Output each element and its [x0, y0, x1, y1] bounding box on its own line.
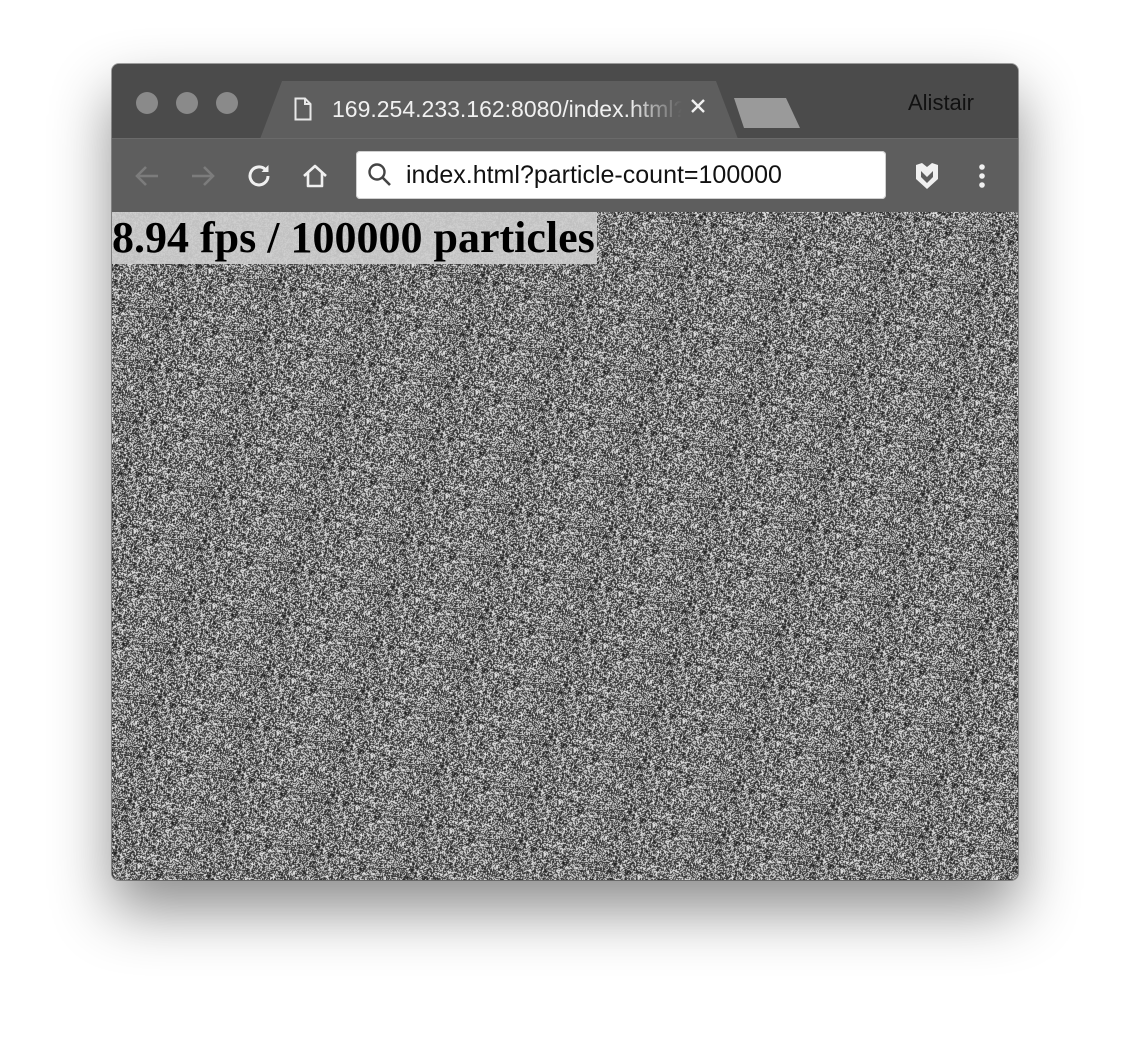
back-button[interactable] — [128, 157, 166, 195]
home-button[interactable] — [296, 157, 334, 195]
close-icon — [691, 99, 705, 113]
title-bar: 169.254.233.162:8080/index.html?particle… — [112, 64, 1018, 139]
reload-icon — [248, 165, 270, 187]
new-tab-button[interactable] — [734, 98, 800, 128]
minimize-window-button[interactable] — [176, 92, 198, 114]
arrow-left-icon — [135, 166, 158, 186]
fps-counter: 8.94 fps / 100000 particles — [112, 212, 597, 264]
close-window-button[interactable] — [136, 92, 158, 114]
browser-window: 169.254.233.162:8080/index.html?particle… — [112, 64, 1018, 880]
toolbar — [112, 138, 1018, 212]
address-bar[interactable] — [356, 151, 886, 199]
particle-canvas[interactable] — [112, 212, 1018, 880]
extension-button[interactable] — [908, 157, 946, 195]
page-content[interactable]: 8.94 fps / 100000 particles — [112, 212, 1018, 880]
tab-close-icon[interactable] — [686, 96, 710, 120]
reload-button[interactable] — [240, 157, 278, 195]
menu-button[interactable] — [963, 157, 1001, 195]
document-icon — [294, 97, 312, 121]
tab-title: 169.254.233.162:8080/index.html?particle… — [332, 96, 682, 122]
address-input[interactable] — [406, 151, 876, 199]
profile-name[interactable]: Alistair — [908, 90, 1018, 116]
zoom-window-button[interactable] — [216, 92, 238, 114]
home-icon — [303, 164, 327, 188]
forward-button[interactable] — [184, 157, 222, 195]
shield-extension-icon — [916, 163, 938, 189]
arrow-right-icon — [192, 166, 215, 186]
search-icon — [368, 163, 391, 186]
kebab-menu-icon — [979, 164, 985, 188]
